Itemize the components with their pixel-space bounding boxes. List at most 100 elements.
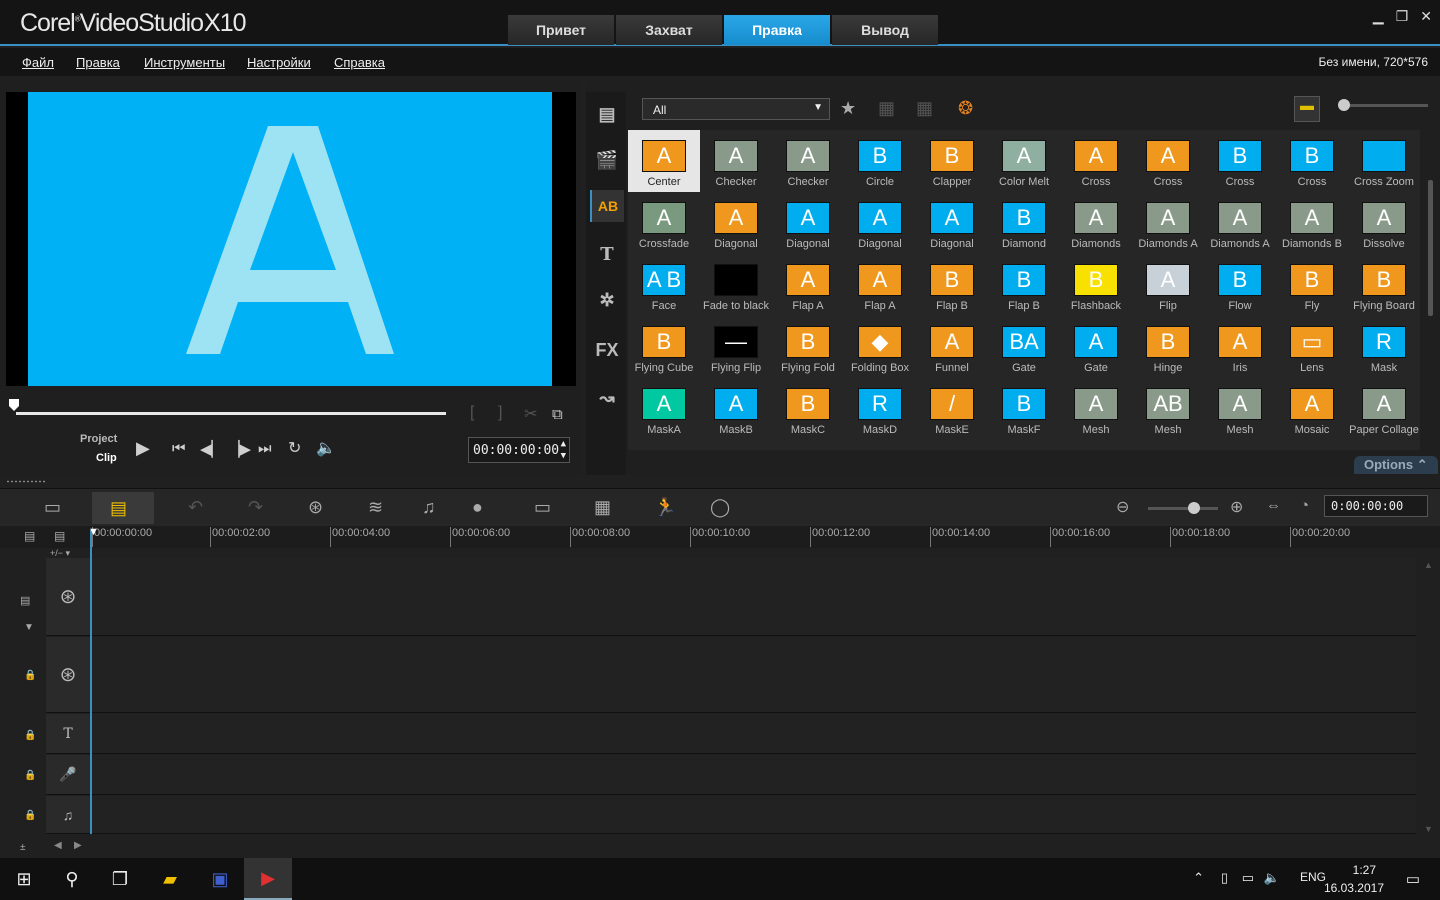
language-indicator[interactable]: ENG [1300,870,1326,884]
fit-project-icon[interactable]: ⇔ [1266,497,1281,514]
transition-tile[interactable]: A Mesh [1204,378,1276,440]
transition-tile[interactable]: B Flap B [916,254,988,316]
mark-out-button[interactable]: ] [498,404,502,422]
scroll-up-icon[interactable]: ▲ [1424,560,1433,570]
motion-tracking-icon[interactable]: ● [472,497,483,518]
transition-tile[interactable]: A Diagonal [916,192,988,254]
record-capture-icon[interactable]: ⊛ [308,497,323,518]
media-icon[interactable]: ▤ [590,98,624,130]
transition-tile[interactable]: A Diamonds [1060,192,1132,254]
transition-tile[interactable]: A Funnel [916,316,988,378]
auto-music-icon[interactable]: ♫ [422,497,436,518]
add-favorite-icon[interactable]: ★ [840,98,856,119]
playhead-marker-icon[interactable]: ▼ [88,526,99,538]
apply-random-icon[interactable]: ▦ [878,98,895,119]
transition-tile[interactable]: A B Face [628,254,700,316]
playhead[interactable] [90,530,92,834]
transition-tile[interactable]: A Diamonds B [1276,192,1348,254]
timeline-ruler[interactable]: ▤ ▤ 00:00:00:00 00:00:02:00 00:00:04:00 … [0,526,1440,548]
zoom-out-icon[interactable]: ⊖ [1116,497,1129,517]
network-icon[interactable]: ▭ [1242,870,1254,886]
videostudio-taskbar-button[interactable]: ▶ [244,858,292,900]
task-view-button[interactable]: ❐ [96,858,144,900]
multi-camera-icon[interactable]: ▦ [594,497,611,518]
transition-tile[interactable]: A Checker [772,130,844,192]
search-button[interactable]: ⚲ [48,858,96,900]
thumbnail-view-icon[interactable]: ▬ [1294,96,1320,122]
transition-tile[interactable]: B Flashback [1060,254,1132,316]
transition-tile[interactable]: B Flying Cube [628,316,700,378]
project-duration-icon[interactable]: ◔ [1300,497,1309,514]
tab-welcome[interactable]: Привет [508,15,614,45]
transition-tile[interactable]: Cross Zoom [1348,130,1420,192]
panel-grip[interactable] [6,480,46,483]
end-icon[interactable]: ⏭ [258,440,272,457]
subtitle-editor-icon[interactable]: ▭ [534,497,551,518]
transition-tile[interactable]: A Cross [1060,130,1132,192]
transition-tile[interactable]: A Diagonal [772,192,844,254]
transition-tile[interactable]: A Paper Collage [1348,378,1420,440]
transition-tile[interactable]: A MaskA [628,378,700,440]
timeline-view-button[interactable]: ▤ [92,492,154,524]
track-zoom-icon[interactable]: ± [20,842,26,853]
usb-icon[interactable]: ▯ [1221,870,1228,886]
title-icon[interactable]: T [590,238,624,270]
transition-tile[interactable]: — Flying Flip [700,316,772,378]
show-hidden-icon[interactable]: ⌃ [1193,870,1204,886]
repeat-icon[interactable]: ↻ [288,438,301,458]
split-clip-icon[interactable]: ✂ [524,404,537,424]
play-icon[interactable]: ▶ [136,438,150,459]
title-track-header[interactable]: T [46,714,90,754]
start-button[interactable]: ⊞ [0,858,48,900]
speaker-icon[interactable]: 🔈 [1264,870,1280,886]
transition-tile[interactable]: B Hinge [1132,316,1204,378]
menu-file[interactable]: Файл [22,55,54,70]
lock-icon[interactable]: 🔒 [24,730,36,741]
undo-icon[interactable]: ↶ [188,497,203,518]
menu-help[interactable]: Справка [334,55,385,70]
scroll-left-icon[interactable]: ◀ [54,840,62,851]
video-track[interactable] [90,558,1416,636]
transition-tile[interactable]: B Clapper [916,130,988,192]
gallery-scrollbar[interactable] [1428,180,1433,316]
zoom-in-icon[interactable]: ⊕ [1230,497,1243,517]
taskbar-app-button[interactable]: ▣ [196,858,244,900]
lock-icon[interactable]: 🔒 [24,670,36,681]
voice-track[interactable] [90,755,1416,795]
transition-tile[interactable]: A Center [628,130,700,192]
track-options-icon[interactable]: ▤ [20,594,30,607]
transition-tile[interactable]: A Mosaic [1276,378,1348,440]
title-track[interactable] [90,714,1416,754]
lock-icon[interactable]: 🔒 [24,770,36,781]
scroll-down-icon[interactable]: ▼ [1424,824,1433,834]
volume-icon[interactable]: 🔈 [316,438,336,458]
storyboard-view-icon[interactable]: ▭ [44,497,61,518]
menu-edit[interactable]: Правка [76,55,120,70]
mark-in-button[interactable]: [ [470,404,474,422]
scroll-right-icon[interactable]: ▶ [74,840,82,851]
transition-tile[interactable]: AB Mesh [1132,378,1204,440]
clock-date[interactable]: 16.03.2017 [1324,881,1384,895]
transition-tile[interactable]: B Circle [844,130,916,192]
chevron-down-icon[interactable]: ▼ [24,622,34,633]
transition-tile[interactable]: B Flap B [988,254,1060,316]
transition-tile[interactable]: B Cross [1204,130,1276,192]
transition-tile[interactable]: ▭ Lens [1276,316,1348,378]
video-track-header[interactable]: ⊛ [46,558,90,636]
file-explorer-button[interactable]: ▰ [146,858,194,900]
next-frame-icon[interactable]: ▕▶ [228,440,251,458]
close-button[interactable]: ✕ [1420,8,1432,25]
menu-tools[interactable]: Инструменты [144,55,225,70]
transition-tile[interactable]: R MaskD [844,378,916,440]
clock-time[interactable]: 1:27 [1353,863,1376,877]
transition-tile[interactable]: A Dissolve [1348,192,1420,254]
mode-clip[interactable]: Clip [96,452,117,464]
filter-icon[interactable]: FX [590,334,624,366]
get-more-icon[interactable]: ❂ [958,98,973,119]
transition-tile[interactable]: A Color Melt [988,130,1060,192]
transition-tile[interactable]: A Iris [1204,316,1276,378]
overlay-track[interactable] [90,637,1416,713]
transition-tile[interactable]: A MaskB [700,378,772,440]
transition-tile[interactable]: B Flow [1204,254,1276,316]
transition-tile[interactable]: BA Gate [988,316,1060,378]
